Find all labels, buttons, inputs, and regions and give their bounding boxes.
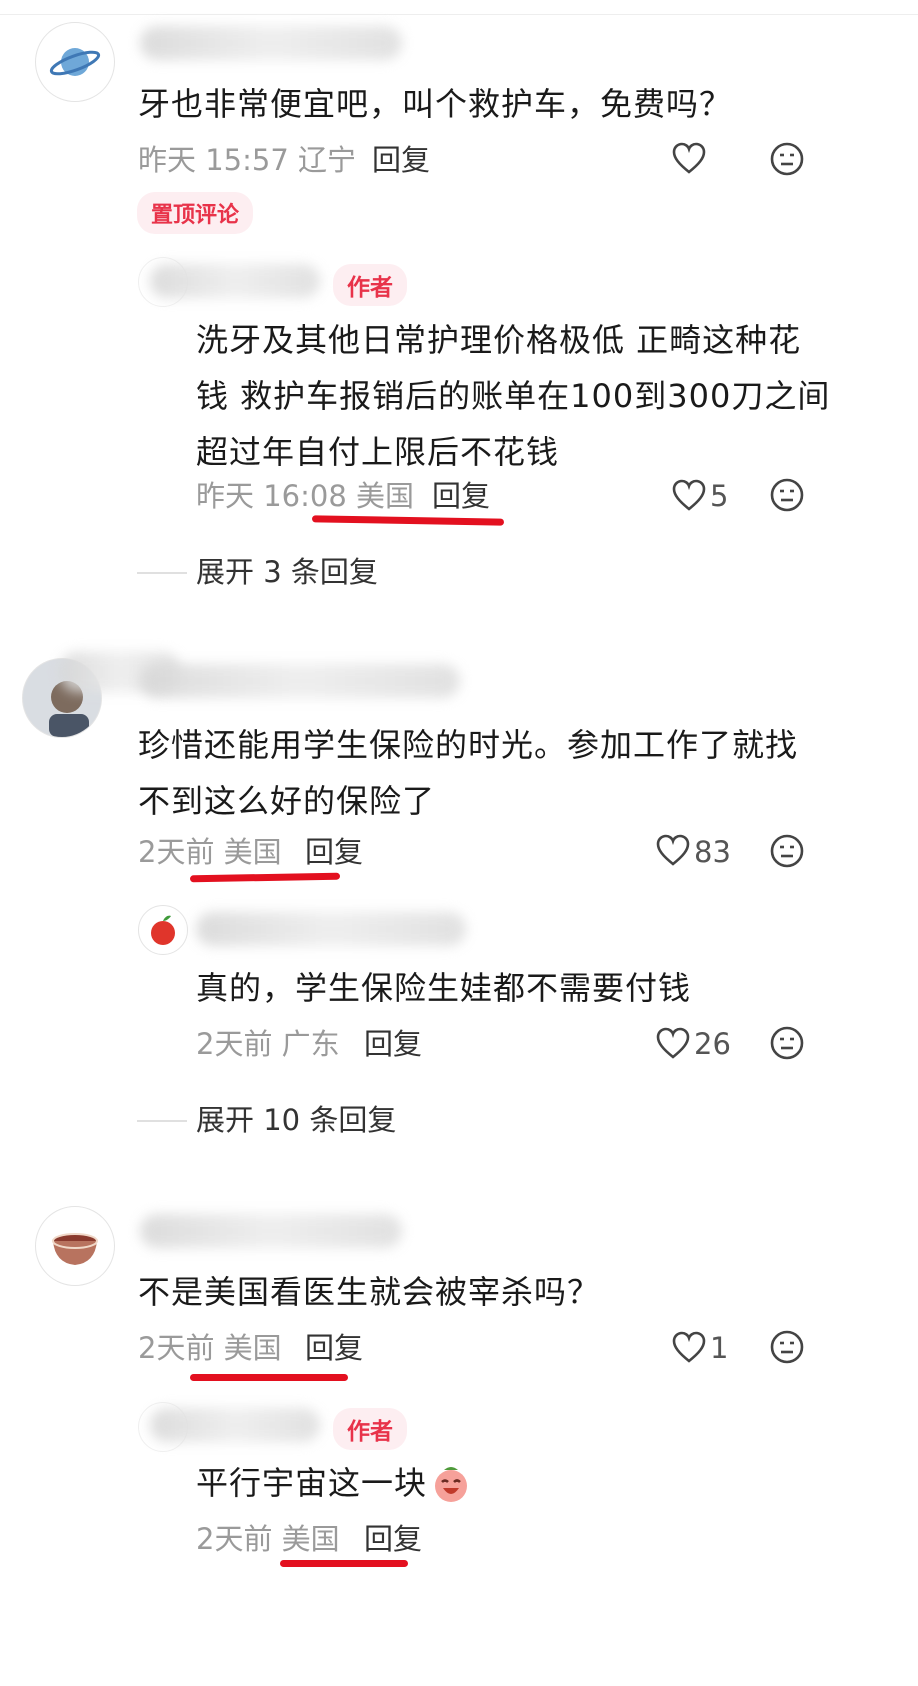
comment-location: 美国 bbox=[223, 835, 282, 869]
red-underline-annotation bbox=[189, 872, 341, 883]
reply-button[interactable]: 回复 bbox=[372, 140, 430, 180]
reply-text-line: 洗牙及其他日常护理价格极低 正畸这种花 bbox=[196, 321, 802, 359]
red-underline-annotation bbox=[280, 1560, 408, 1567]
reply-text-content: 平行宇宙这一块 bbox=[196, 1464, 428, 1502]
username-blurred[interactable] bbox=[140, 1214, 402, 1248]
comment-text-line: 珍惜还能用学生保险的时光。参加工作了就找 bbox=[138, 726, 799, 764]
reply-text-line: 超过年自付上限后不花钱 bbox=[196, 433, 560, 471]
comment-location: 美国 bbox=[223, 1331, 282, 1365]
reply-text-line: 钱 救护车报销后的账单在100到300刀之间 bbox=[196, 377, 831, 415]
heart-outline-icon[interactable] bbox=[671, 141, 707, 175]
reply-location: 美国 bbox=[281, 1522, 340, 1556]
heart-outline-icon[interactable] bbox=[655, 1026, 691, 1060]
pinned-comment-badge: 置顶评论 bbox=[137, 192, 254, 234]
emoji-face-icon[interactable] bbox=[769, 833, 805, 869]
emoji-face-icon[interactable] bbox=[769, 141, 805, 177]
like-count: 5 bbox=[710, 479, 729, 513]
like-count: 1 bbox=[710, 1331, 729, 1365]
bowl-avatar-icon bbox=[52, 1233, 98, 1265]
comment-time: 2天前 bbox=[138, 1331, 215, 1365]
username-blurred[interactable] bbox=[150, 264, 320, 298]
laughing-emoji-icon bbox=[430, 1462, 472, 1504]
reply-button[interactable]: 回复 bbox=[305, 832, 363, 872]
planet-avatar-icon bbox=[49, 48, 101, 76]
reply-button[interactable]: 回复 bbox=[305, 1328, 363, 1368]
like-count: 83 bbox=[694, 835, 731, 869]
reply-button[interactable]: 回复 bbox=[432, 476, 490, 516]
author-badge: 作者 bbox=[333, 264, 407, 306]
reply-time: 2天前 bbox=[196, 1027, 273, 1061]
user-avatar-bowl[interactable] bbox=[35, 1206, 115, 1286]
expand-divider bbox=[137, 1120, 187, 1122]
emoji-face-icon[interactable] bbox=[769, 1329, 805, 1365]
comment-time: 2天前 bbox=[138, 835, 215, 869]
expand-replies-button[interactable]: 展开 3 条回复 bbox=[196, 552, 378, 592]
username-blurred[interactable] bbox=[140, 664, 460, 698]
expand-replies-button[interactable]: 展开 10 条回复 bbox=[196, 1100, 396, 1140]
reply-button[interactable]: 回复 bbox=[364, 1519, 422, 1559]
comment-meta: 昨天 15:57 辽宁 bbox=[138, 140, 356, 180]
heart-outline-icon[interactable] bbox=[671, 1330, 707, 1364]
reply-text: 平行宇宙这一块 bbox=[196, 1455, 427, 1511]
comment-meta: 2天前 美国 bbox=[138, 1328, 282, 1368]
like-count: 26 bbox=[694, 1027, 731, 1061]
apple-avatar-icon bbox=[151, 915, 175, 945]
emoji-face-icon[interactable] bbox=[769, 1025, 805, 1061]
reply-meta: 昨天 16:08 美国 bbox=[196, 476, 414, 516]
comment-text: 不是美国看医生就会被宰杀吗？ bbox=[138, 1273, 601, 1311]
comment-location: 辽宁 bbox=[298, 143, 357, 177]
reply-button[interactable]: 回复 bbox=[364, 1024, 422, 1064]
top-divider bbox=[0, 14, 918, 15]
reply-time: 2天前 bbox=[196, 1522, 273, 1556]
comment-meta: 2天前 美国 bbox=[138, 832, 282, 872]
heart-outline-icon[interactable] bbox=[671, 478, 707, 512]
reply-location: 广东 bbox=[281, 1027, 340, 1061]
reply-meta: 2天前 美国 bbox=[196, 1519, 340, 1559]
author-badge: 作者 bbox=[333, 1408, 407, 1450]
comment-time: 昨天 15:57 bbox=[138, 143, 289, 177]
red-underline-annotation bbox=[190, 1374, 348, 1381]
username-blurred[interactable] bbox=[150, 1408, 320, 1442]
red-underline-annotation bbox=[311, 515, 505, 526]
emoji-face-icon[interactable] bbox=[769, 477, 805, 513]
reply-location: 美国 bbox=[356, 479, 415, 513]
username-blurred[interactable] bbox=[140, 26, 402, 60]
reply-text: 洗牙及其他日常护理价格极低 正畸这种花 钱 救护车报销后的账单在100到300刀… bbox=[196, 312, 830, 480]
username-blurred[interactable] bbox=[196, 912, 466, 946]
reply-text: 真的，学生保险生娃都不需要付钱 bbox=[196, 969, 692, 1007]
comment-text: 牙也非常便宜吧，叫个救护车，免费吗？ bbox=[138, 85, 733, 123]
comment-text: 珍惜还能用学生保险的时光。参加工作了就找 不到这么好的保险了 bbox=[138, 717, 798, 829]
user-avatar-apple[interactable] bbox=[138, 905, 188, 955]
reply-time: 昨天 16:08 bbox=[196, 479, 347, 513]
expand-divider bbox=[137, 572, 187, 574]
heart-outline-icon[interactable] bbox=[655, 833, 691, 867]
comment-text-line: 不到这么好的保险了 bbox=[138, 782, 436, 820]
reply-meta: 2天前 广东 bbox=[196, 1024, 340, 1064]
user-avatar-planet[interactable] bbox=[35, 22, 115, 102]
